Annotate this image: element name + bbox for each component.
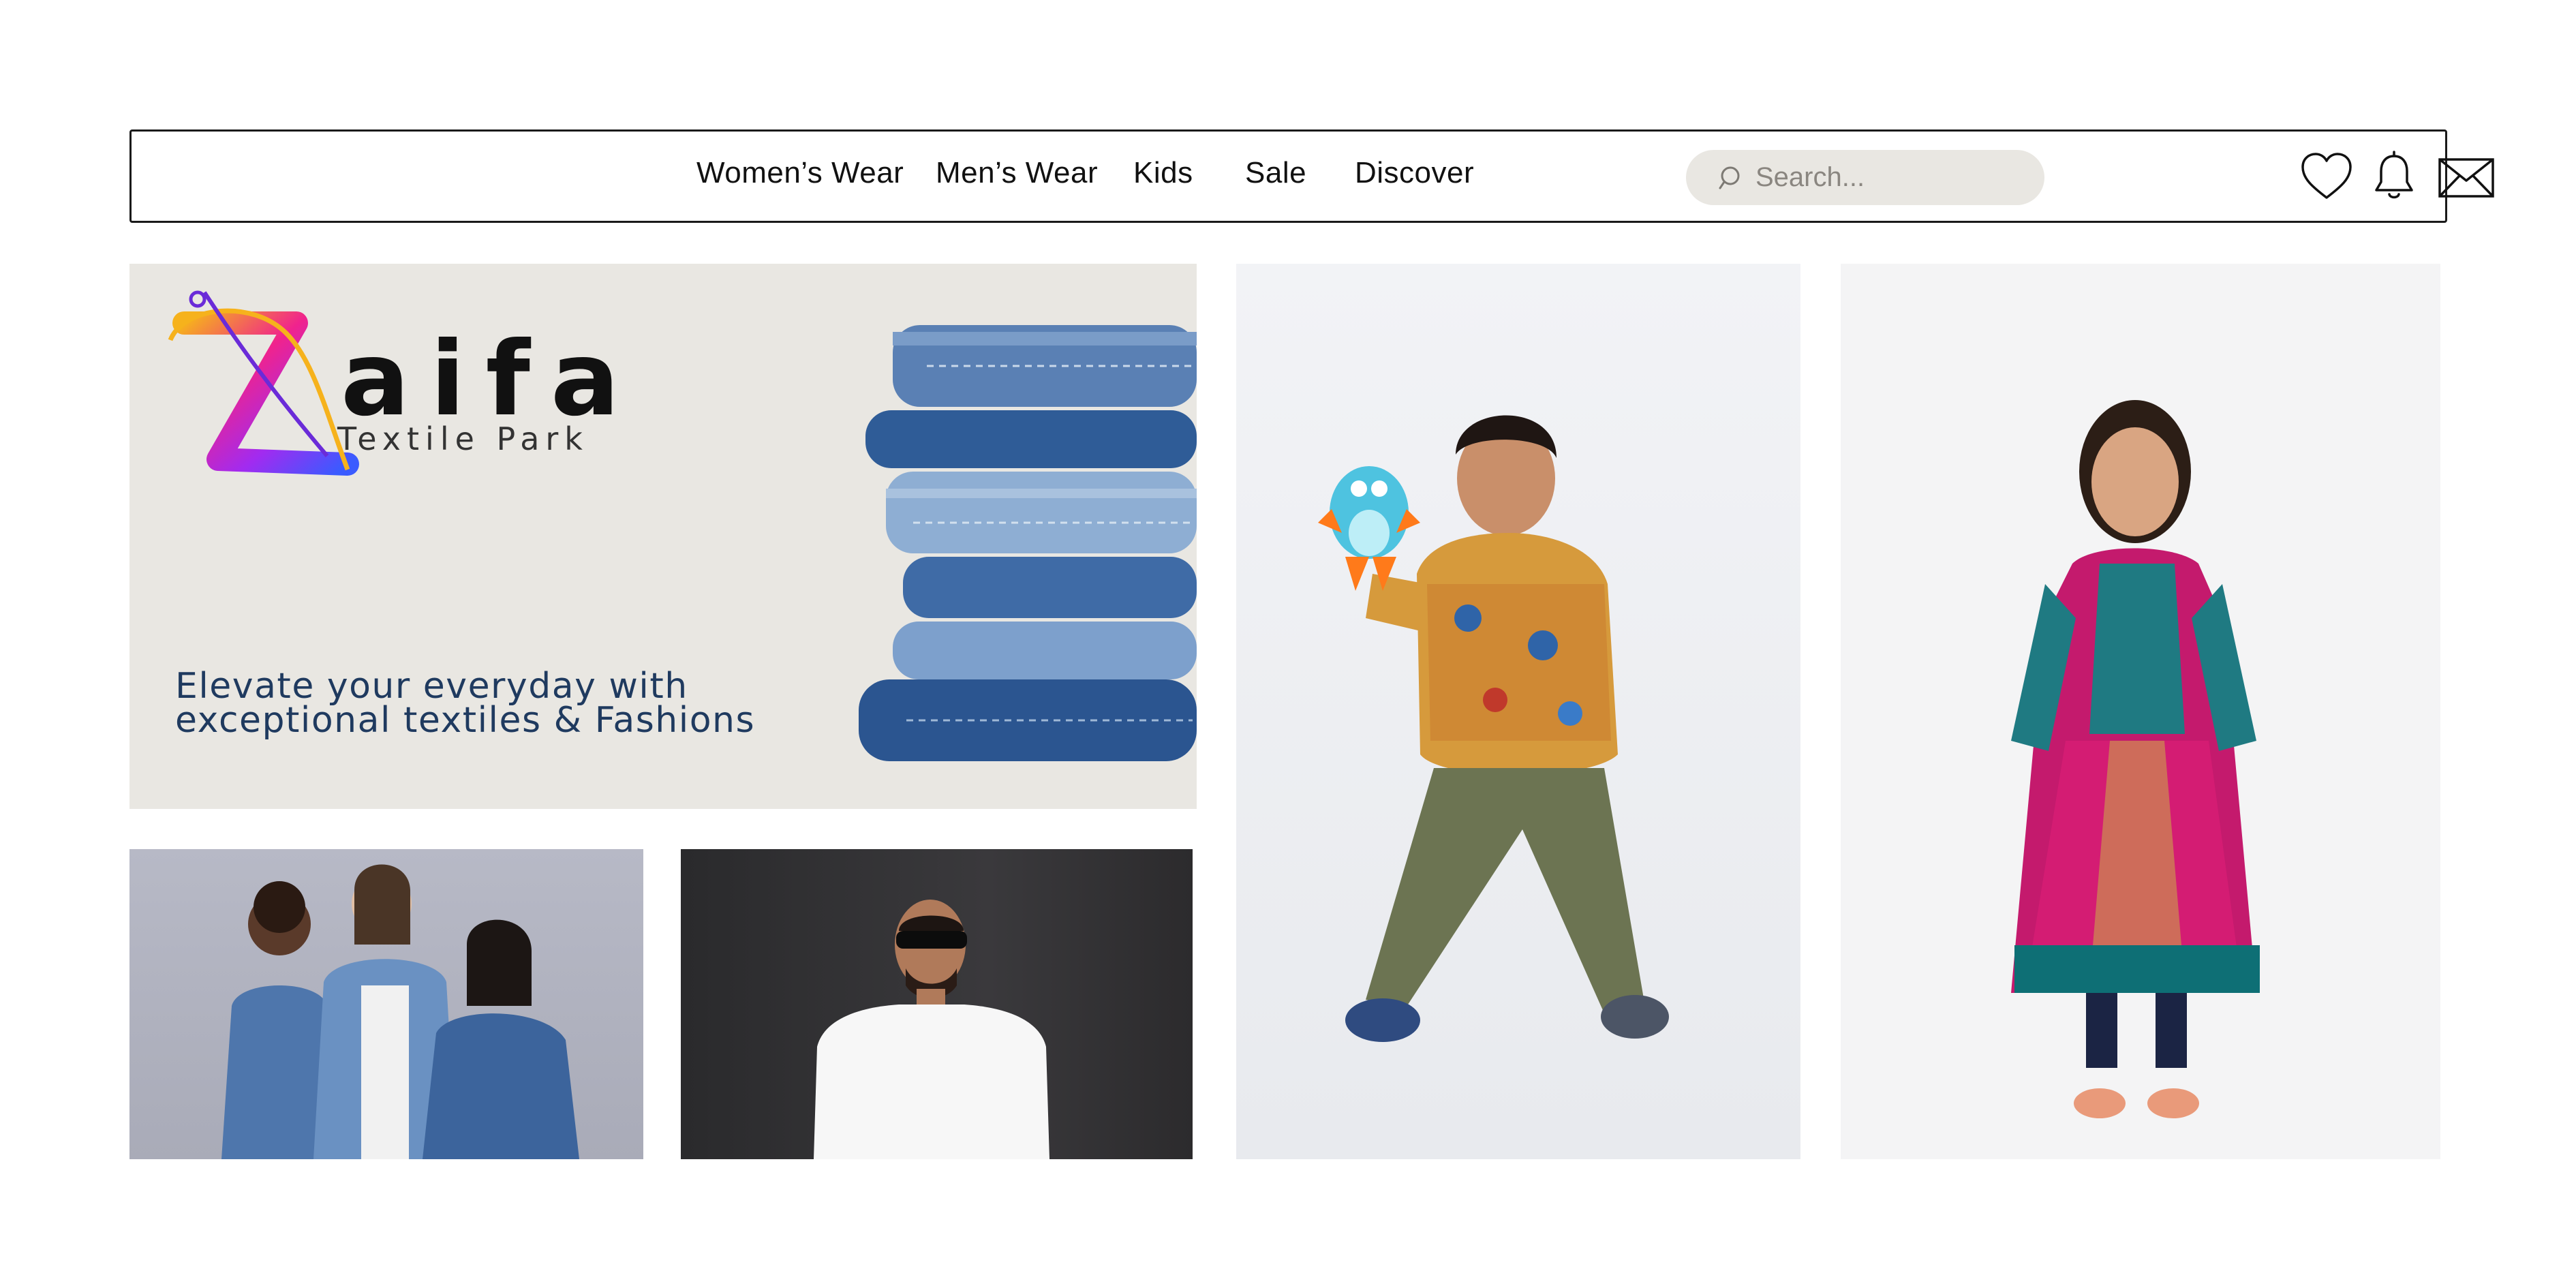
kids-girl-photo-tile[interactable] <box>1841 264 2440 1159</box>
heart-icon[interactable] <box>2300 151 2353 202</box>
top-nav-bar: Women’s Wear Men’s Wear Kids Sale Discov… <box>129 129 2494 223</box>
girl-dress-image <box>2011 400 2260 1118</box>
hero-banner[interactable]: aifa Textile Park Elevate your everyday … <box>129 264 1197 809</box>
kids-boy-photo-tile[interactable] <box>1236 264 1800 1159</box>
hero-tagline-line2: exceptional textiles & Fashions <box>175 700 756 741</box>
nav-link-kids[interactable]: Kids <box>1133 156 1193 190</box>
hero-tagline: Elevate your everyday with exceptional t… <box>175 666 756 741</box>
nav-link-discover[interactable]: Discover <box>1355 156 1474 190</box>
hero-tagline-line1: Elevate your everyday with <box>175 666 688 707</box>
nav-link-sale[interactable]: Sale <box>1245 156 1306 190</box>
search-icon <box>1719 166 1740 189</box>
denim-group-photo-tile[interactable] <box>129 849 643 1159</box>
denim-stack-image <box>859 325 1197 761</box>
nav-link-womens-wear[interactable]: Women’s Wear <box>696 156 904 190</box>
mens-tshirt-photo-tile[interactable] <box>681 849 1193 1159</box>
nav-link-mens-wear[interactable]: Men’s Wear <box>936 156 1098 190</box>
search-input[interactable] <box>1755 157 2028 198</box>
bell-icon[interactable] <box>2373 151 2415 202</box>
brand-name: aifa <box>341 320 641 439</box>
search-box[interactable] <box>1686 150 2044 205</box>
boy-with-toy-image <box>1318 415 1669 1042</box>
denim-group-image <box>221 864 579 1159</box>
mail-icon[interactable] <box>2438 157 2495 198</box>
brand-subtitle: Textile Park <box>337 420 589 457</box>
man-white-tshirt-image <box>814 900 1049 1159</box>
